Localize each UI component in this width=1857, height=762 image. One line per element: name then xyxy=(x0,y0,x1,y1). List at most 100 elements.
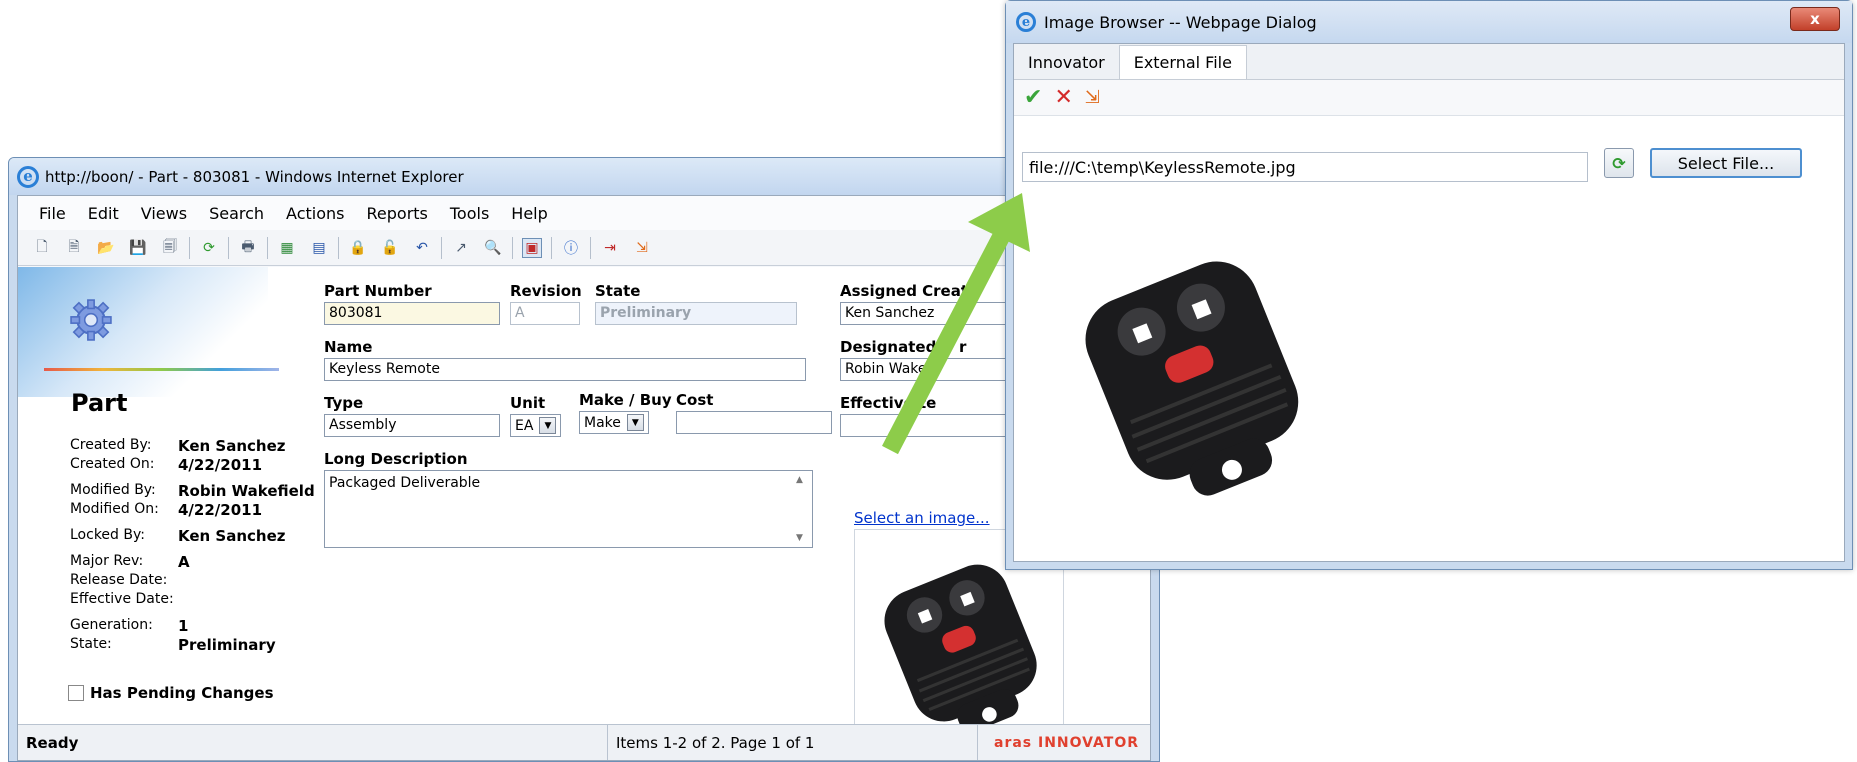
ie-logo-icon: e xyxy=(17,165,39,188)
prop-label: Created By: xyxy=(70,437,152,453)
sidebar-header-background xyxy=(18,267,268,397)
delete-icon[interactable]: 🗐 xyxy=(160,238,180,258)
ie-window: e http://boon/ - Part - 803081 - Windows… xyxy=(8,157,1160,762)
menu-actions[interactable]: Actions xyxy=(275,204,355,223)
new-document-icon[interactable]: 🗋 xyxy=(32,238,52,258)
ie-titlebar: e http://boon/ - Part - 803081 - Windows… xyxy=(9,158,1159,195)
name-input[interactable]: Keyless Remote xyxy=(324,358,806,381)
prop-label: Locked By: xyxy=(70,527,145,543)
unlock-icon[interactable]: 🔓 xyxy=(380,238,400,258)
window-title: http://boon/ - Part - 803081 - Windows I… xyxy=(45,167,464,186)
unit-value: EA xyxy=(515,417,534,434)
refresh-icon[interactable]: ⟳ xyxy=(199,238,219,258)
major-rev-value: A xyxy=(178,553,190,571)
textarea-scrollbar[interactable]: ▲ ▼ xyxy=(796,475,808,543)
effective-date-input[interactable] xyxy=(840,414,1015,437)
dialog-toolbar: ✔ ✕ ⇲ xyxy=(1014,80,1844,116)
checkmark-icon[interactable]: ✔ xyxy=(1024,85,1042,110)
status-ready: Ready xyxy=(18,725,608,760)
modified-by-value: Robin Wakefield xyxy=(178,482,315,500)
toolbar-separator xyxy=(228,236,229,259)
dialog-client: Innovator External File ✔ ✕ ⇲ file:///C:… xyxy=(1013,43,1845,562)
make-buy-select[interactable]: Make ▼ xyxy=(579,411,649,434)
pending-changes: Has Pending Changes xyxy=(68,684,274,702)
designated-user-input[interactable]: Robin Wake d xyxy=(840,358,1015,381)
prop-label: Generation: xyxy=(70,617,153,633)
tab-innovator[interactable]: Innovator xyxy=(1014,45,1119,79)
form-content: Part Created By: Ken Sanchez Created On: 4… xyxy=(18,267,1150,739)
export-excel-icon[interactable]: ▦ xyxy=(277,238,297,258)
help-icon[interactable]: ⓘ xyxy=(561,238,581,258)
toolbar-separator xyxy=(338,236,339,259)
prop-label: Major Rev: xyxy=(70,553,144,569)
unit-label: Unit xyxy=(510,394,546,412)
menu-edit[interactable]: Edit xyxy=(77,204,130,223)
refresh-icon[interactable]: ⟳ xyxy=(1604,148,1634,178)
assigned-creator-input[interactable]: Ken Sanchez xyxy=(840,302,1015,325)
tab-external-file[interactable]: External File xyxy=(1118,45,1247,79)
main-toolbar: 🗋 🗎 📂 💾 🗐 ⟳ 🖶 ▦ ▤ 🔒 🔓 ↶ ↗ 🔍 ▣ ⓘ ⇥ ⇲ xyxy=(18,230,1150,266)
print-icon[interactable]: 🖶 xyxy=(238,238,258,258)
file-path-input[interactable]: file:///C:\temp\KeylessRemote.jpg xyxy=(1022,152,1588,182)
prop-label: Effective Date: xyxy=(70,591,174,607)
close-icon[interactable]: x xyxy=(1790,7,1840,31)
make-buy-value: Make xyxy=(584,414,621,431)
view-document-icon[interactable]: 🗎 xyxy=(64,238,84,258)
toolbar-separator xyxy=(512,236,513,259)
undo-icon[interactable]: ↶ xyxy=(412,238,432,258)
menu-bar: File Edit Views Search Actions Reports T… xyxy=(18,196,1150,230)
created-by-value: Ken Sanchez xyxy=(178,437,286,455)
designated-user-label: Designated U r xyxy=(840,338,967,356)
promote-icon[interactable]: ↗ xyxy=(451,238,471,258)
item-properties: Created By: Ken Sanchez Created On: 4/22/2… xyxy=(70,437,315,655)
open-folder-icon[interactable]: 📂 xyxy=(96,238,116,258)
revision-label: Revision xyxy=(510,282,582,300)
menu-reports[interactable]: Reports xyxy=(356,204,439,223)
select-image-link[interactable]: Select an image... xyxy=(854,509,990,527)
menu-search[interactable]: Search xyxy=(198,204,275,223)
type-label: Type xyxy=(324,394,364,412)
export-word-icon[interactable]: ▤ xyxy=(309,238,329,258)
where-used-icon[interactable]: 🔍 xyxy=(483,238,503,258)
prop-label: Release Date: xyxy=(70,572,168,588)
part-number-label: Part Number xyxy=(324,282,432,300)
gear-icon xyxy=(70,299,112,341)
part-number-input[interactable]: 803081 xyxy=(324,302,500,325)
status-bar: Ready Items 1-2 of 2. Page 1 of 1 aras I… xyxy=(18,724,1150,760)
exit-icon[interactable]: ⇲ xyxy=(632,238,652,258)
type-input[interactable]: Assembly xyxy=(324,414,500,437)
make-buy-label: Make / Buy xyxy=(579,391,672,409)
cost-input[interactable] xyxy=(676,411,832,434)
menu-tools[interactable]: Tools xyxy=(439,204,500,223)
long-description-textarea[interactable]: Packaged Deliverable ▲ ▼ xyxy=(324,470,813,548)
lock-icon[interactable]: 🔒 xyxy=(348,238,368,258)
cost-label: Cost xyxy=(676,391,714,409)
revision-input[interactable]: A xyxy=(510,302,580,325)
form-view-icon[interactable]: ▣ xyxy=(522,237,542,258)
sign-out-icon[interactable]: ⇥ xyxy=(600,238,620,258)
chevron-down-icon[interactable]: ▼ xyxy=(626,414,644,431)
prop-label: Created On: xyxy=(70,456,155,472)
assigned-creator-label: Assigned Creat xyxy=(840,282,969,300)
select-file-button[interactable]: Select File... xyxy=(1650,148,1802,178)
toolbar-separator xyxy=(441,236,442,259)
cancel-x-icon[interactable]: ✕ xyxy=(1054,85,1072,110)
menu-help[interactable]: Help xyxy=(500,204,558,223)
menu-views[interactable]: Views xyxy=(130,204,198,223)
pending-changes-checkbox[interactable] xyxy=(68,685,84,701)
ie-client: File Edit Views Search Actions Reports T… xyxy=(17,195,1151,761)
toolbar-separator xyxy=(551,236,552,259)
locked-by-value: Ken Sanchez xyxy=(178,527,286,545)
prop-label: Modified By: xyxy=(70,482,156,498)
chevron-down-icon[interactable]: ▼ xyxy=(539,417,557,434)
unit-select[interactable]: EA ▼ xyxy=(510,414,562,437)
menu-file[interactable]: File xyxy=(28,204,77,223)
dialog-titlebar: e Image Browser -- Webpage Dialog xyxy=(1006,1,1852,43)
exit-icon[interactable]: ⇲ xyxy=(1085,87,1100,108)
prop-label: State: xyxy=(70,636,112,652)
save-icon[interactable]: 💾 xyxy=(128,238,148,258)
image-browser-dialog: e Image Browser -- Webpage Dialog x Inno… xyxy=(1005,0,1853,570)
created-on-value: 4/22/2011 xyxy=(178,456,263,474)
state-input[interactable]: Preliminary xyxy=(595,302,797,325)
generation-value: 1 xyxy=(178,617,189,635)
